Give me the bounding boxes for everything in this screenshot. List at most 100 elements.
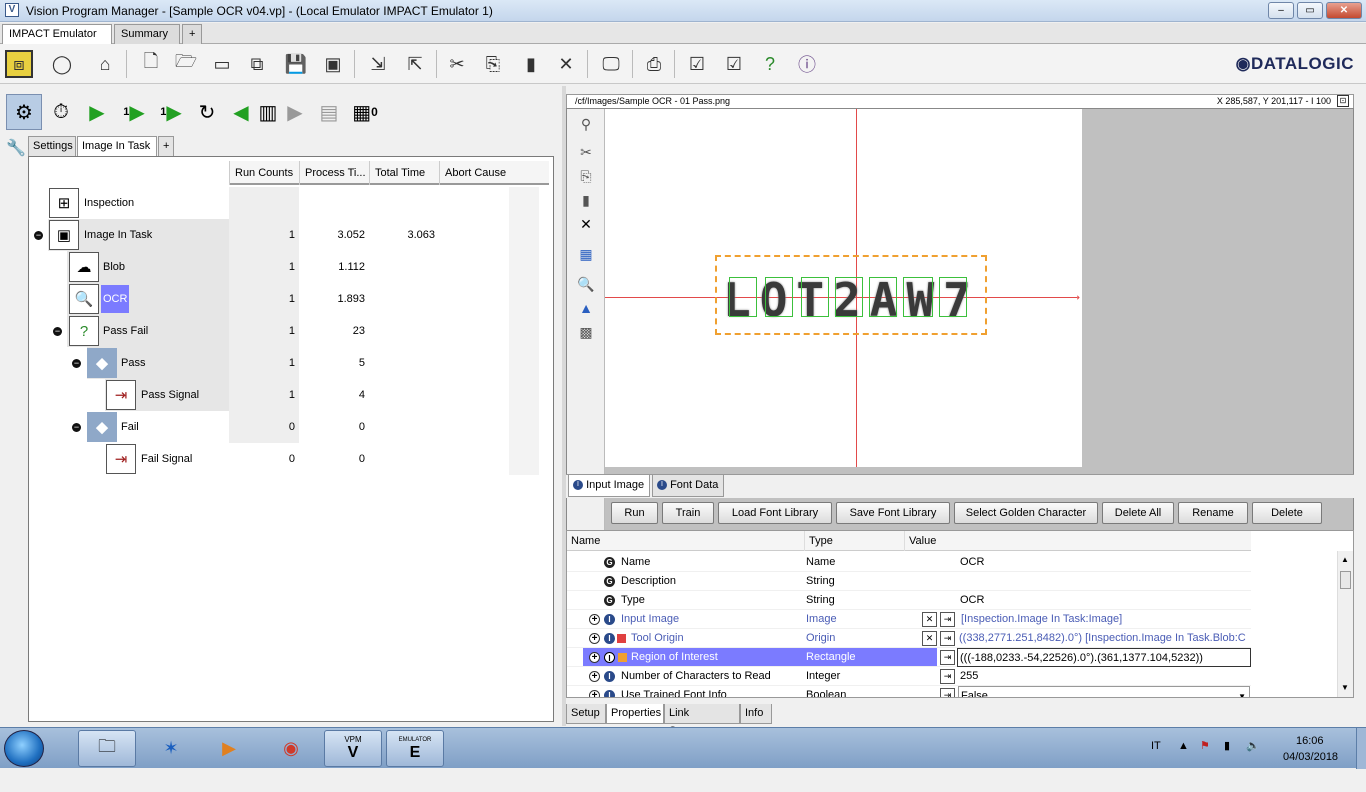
maximize-button[interactable]: ▭ (1297, 2, 1323, 19)
language-indicator[interactable]: IT (1151, 740, 1161, 781)
step-icon[interactable]: 1 ▶ (156, 94, 186, 130)
collapse-icon[interactable]: − (72, 423, 81, 432)
link-icon[interactable]: ⇥ (940, 612, 955, 627)
grid-icon[interactable]: ▩ (577, 323, 595, 341)
tab-properties[interactable]: Properties (606, 704, 664, 724)
network-icon[interactable]: ⚑ (1200, 739, 1210, 780)
delete-icon[interactable]: ✕ (577, 215, 595, 233)
tree-row-pass[interactable]: − ◆ Pass 1 5 (29, 347, 555, 379)
copy-pages-icon[interactable]: ⧉ (243, 50, 271, 78)
scroll-up-icon[interactable]: ▲ (1341, 555, 1349, 564)
prop-row-tool-origin[interactable]: + I Tool Origin Origin ✕ ⇥ ((338,2771.25… (567, 629, 1251, 648)
train-button[interactable]: Train (662, 502, 714, 524)
tab-add[interactable]: + (182, 24, 202, 44)
vpm-icon[interactable]: VPM V (324, 730, 382, 767)
xcode-icon[interactable]: ✶ (142, 730, 200, 767)
collapse-icon[interactable]: − (53, 327, 62, 336)
select-golden-character-button[interactable]: Select Golden Character (954, 502, 1098, 524)
prop-value[interactable]: OCR (960, 553, 1250, 572)
tray-expand-icon[interactable]: ▲ (1178, 740, 1189, 781)
prop-value-editor[interactable]: (((-188,0233.-54,22526).0°).(361,1377.10… (957, 648, 1251, 667)
power-icon[interactable]: ▮ (1224, 739, 1230, 780)
layers-icon[interactable]: ▦ (577, 245, 595, 263)
save-font-library-button[interactable]: Save Font Library (836, 502, 950, 524)
counter-icon[interactable]: ▦ 0 (350, 94, 380, 130)
checklist-2-icon[interactable]: ☑ (720, 50, 748, 78)
pin-icon[interactable]: ⊡ (1337, 95, 1349, 107)
prop-row-description[interactable]: G Description String (567, 572, 1251, 591)
prop-row-input-image[interactable]: + I Input Image Image ✕ ⇥ [Inspection.Im… (567, 610, 1251, 629)
home-icon[interactable]: ⌂ (91, 50, 119, 78)
clock-date[interactable]: 04/03/2018 (1283, 751, 1338, 792)
tab-input-image[interactable]: I Input Image (568, 475, 650, 497)
info-icon[interactable]: ⓘ (793, 50, 821, 78)
help-icon[interactable]: ? (756, 50, 784, 78)
tab-add-panel[interactable]: + (158, 136, 174, 156)
col-value[interactable]: Value (904, 531, 1251, 551)
cut-icon[interactable]: ✂ (443, 50, 471, 78)
link-icon[interactable]: ⇥ (940, 650, 955, 665)
col-total-time[interactable]: Total Time (369, 161, 439, 185)
film-icon[interactable]: ▥ (256, 94, 280, 130)
prev-icon[interactable]: ◀ (230, 94, 252, 130)
copy-icon[interactable]: ⎘ (577, 167, 595, 185)
col-name[interactable]: Name (567, 531, 804, 551)
new-file-icon[interactable]: 🗋 (137, 50, 165, 78)
col-process-time[interactable]: Process Ti... (299, 161, 369, 185)
prop-value[interactable]: ((338,2771.251,8482).0°) [Inspection.Ima… (959, 629, 1251, 648)
app-icon[interactable]: V (5, 3, 19, 17)
expand-icon[interactable]: + (589, 614, 600, 625)
open-folder-icon[interactable]: 🗁 (172, 50, 200, 78)
lamp-icon[interactable]: ⚲ (577, 115, 595, 133)
tree-row-pass-fail[interactable]: − ? Pass Fail 1 23 (29, 315, 555, 347)
print-icon[interactable]: ⎙ (640, 50, 668, 78)
run-once-icon[interactable]: 1 ▶ (116, 94, 152, 130)
link-icon[interactable]: ⇥ (940, 688, 955, 697)
link-icon[interactable]: ⇥ (940, 669, 955, 684)
properties-scrollbar[interactable]: ▲ ▼ (1337, 551, 1353, 697)
prop-value[interactable]: 255 (960, 667, 1250, 686)
rename-button[interactable]: Rename (1178, 502, 1248, 524)
image-canvas[interactable]: ➝ LOT2AW7 (605, 109, 1082, 467)
emulator-icon[interactable]: EMULATOR E (386, 730, 444, 767)
close-button[interactable]: ✕ (1326, 2, 1362, 19)
tree-row-fail[interactable]: − ◆ Fail 0 0 (29, 411, 555, 443)
start-button[interactable] (4, 730, 44, 767)
unlink-icon[interactable]: ✕ (922, 612, 937, 627)
teach-icon[interactable]: ⚙ (6, 94, 42, 130)
prop-value-dropdown[interactable]: False ▼ (958, 686, 1250, 697)
volume-icon[interactable]: 🔈 (1246, 739, 1260, 780)
record-icon[interactable]: ◯ (48, 50, 76, 78)
run-icon[interactable]: ▶ (82, 94, 112, 130)
stack-icon[interactable]: ▤ (314, 94, 344, 130)
collapse-icon[interactable]: − (72, 359, 81, 368)
tree-row-fail-signal[interactable]: ⇥ Fail Signal 0 0 (29, 443, 555, 475)
show-desktop-button[interactable] (1356, 728, 1366, 769)
save-as-icon[interactable]: ▣ (319, 50, 347, 78)
col-abort-cause[interactable]: Abort Cause (439, 161, 509, 185)
prop-row-type[interactable]: G Type String OCR (567, 591, 1251, 610)
media-icon[interactable]: ▶ (200, 730, 258, 767)
tab-image-in-task[interactable]: Image In Task (77, 136, 157, 156)
prop-row-num-chars[interactable]: + I Number of Characters to Read Integer… (567, 667, 1251, 686)
prop-row-name[interactable]: G Name Name OCR (567, 553, 1251, 572)
scroll-down-icon[interactable]: ▼ (1341, 683, 1349, 692)
col-type[interactable]: Type (804, 531, 904, 551)
prop-row-use-trained-font[interactable]: + I Use Trained Font Info Boolean ⇥ Fals… (567, 686, 1251, 697)
delete-button[interactable]: Delete (1252, 502, 1322, 524)
delete-all-button[interactable]: Delete All (1102, 502, 1174, 524)
tab-summary[interactable]: Summary (114, 24, 180, 44)
wrench-icon[interactable]: 🔧 (6, 138, 26, 172)
export-icon[interactable]: ⇱ (401, 50, 429, 78)
expand-icon[interactable]: + (589, 671, 600, 682)
prop-value[interactable] (960, 572, 1250, 591)
zoom-icon[interactable]: 🔍 (577, 275, 595, 293)
load-font-library-button[interactable]: Load Font Library (718, 502, 832, 524)
run-button[interactable]: Run (611, 502, 658, 524)
checklist-icon[interactable]: ☑ (683, 50, 711, 78)
delete-icon[interactable]: ✕ (552, 50, 580, 78)
prop-value[interactable]: [Inspection.Image In Task:Image] (961, 610, 1251, 629)
folder-icon[interactable]: ▭ (208, 50, 236, 78)
loop-icon[interactable]: ↻ (192, 94, 222, 130)
copy-icon[interactable]: ⎘ (479, 50, 507, 78)
